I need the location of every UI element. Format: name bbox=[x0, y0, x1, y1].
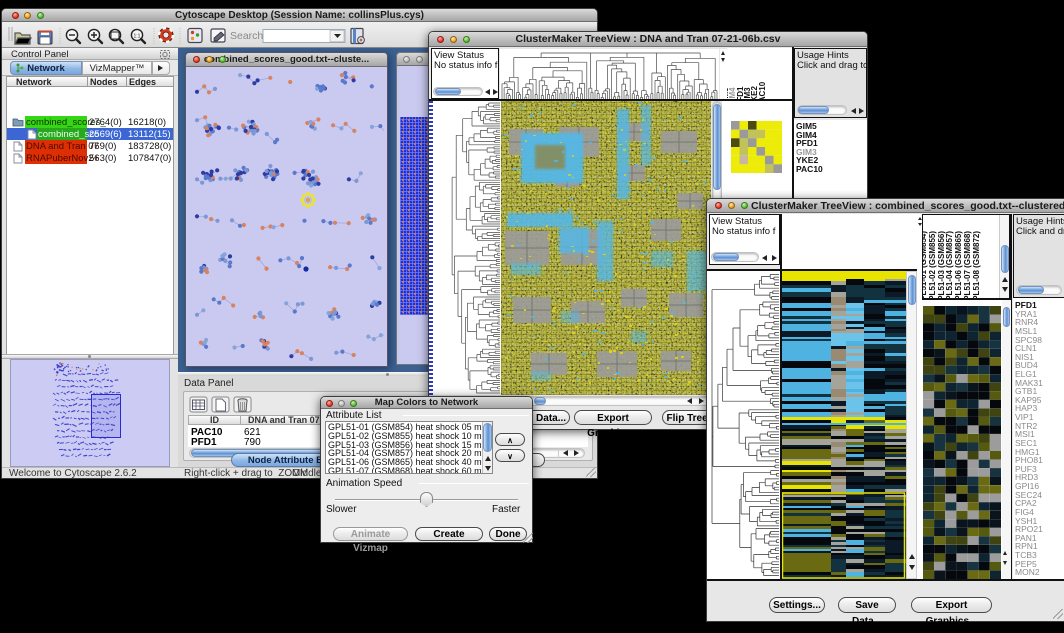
svg-text:1:1: 1:1 bbox=[134, 34, 141, 40]
svg-text:Search:: Search: bbox=[230, 30, 266, 42]
